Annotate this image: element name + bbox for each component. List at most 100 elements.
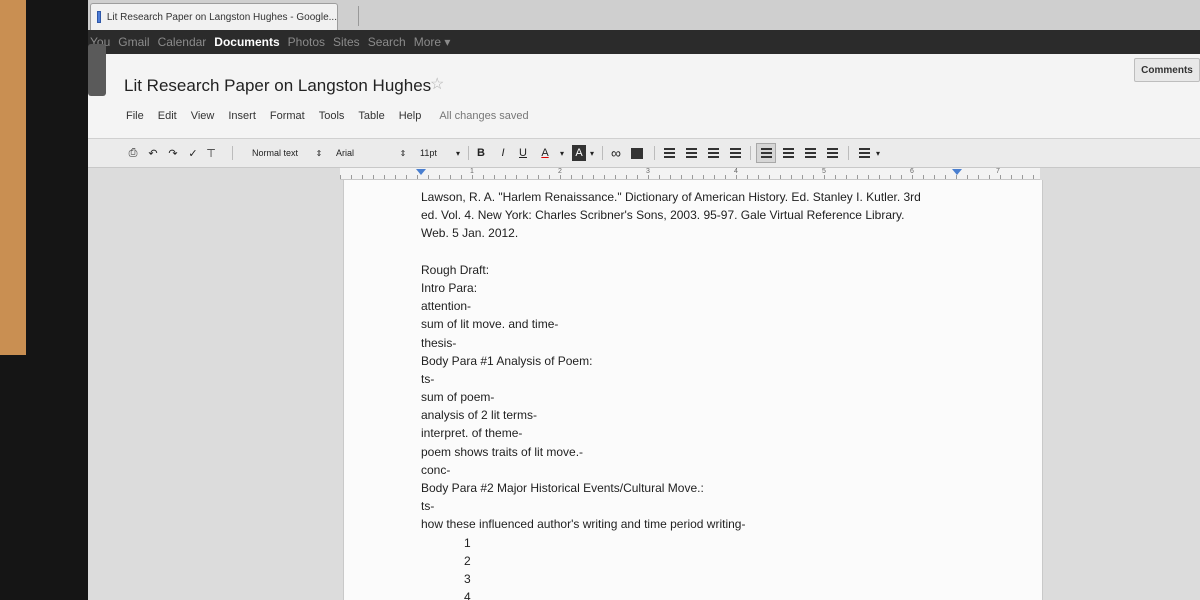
comments-button[interactable]: Comments <box>1134 58 1200 82</box>
save-status: All changes saved <box>439 110 529 122</box>
spellcheck-icon[interactable]: ✓ <box>186 145 200 161</box>
document-body[interactable]: Lawson, R. A. "Harlem Renaissance." Dict… <box>421 188 961 600</box>
text-line: sum of lit move. and time- <box>421 317 559 332</box>
citation-line-2: ed. Vol. 4. New York: Charles Scribner's… <box>421 208 905 223</box>
menu-format[interactable]: Format <box>270 110 305 122</box>
text-line: Intro Para: <box>421 280 478 295</box>
text-line: ts- <box>421 371 435 386</box>
numbered-line: 2 <box>464 553 471 568</box>
text-line: Body Para #1 Analysis of Poem: <box>421 353 593 368</box>
citation-line-3: Web. 5 Jan. 2012. <box>421 226 519 241</box>
gbar-more[interactable]: More ▾ <box>414 35 451 49</box>
menu-table[interactable]: Table <box>358 110 384 122</box>
sidebar-grip[interactable] <box>88 44 106 96</box>
document-page[interactable]: Lawson, R. A. "Harlem Renaissance." Dict… <box>343 180 1043 600</box>
gbar-gmail[interactable]: Gmail <box>118 35 149 49</box>
bulleted-list-icon[interactable] <box>684 145 698 161</box>
toolbar-divider <box>232 146 233 160</box>
align-left-button[interactable] <box>756 143 776 163</box>
browser-window: Lit Research Paper on Langston Hughes - … <box>88 0 1200 600</box>
insert-image-icon[interactable] <box>630 145 644 161</box>
numbered-line: 4 <box>464 590 471 600</box>
menu-bar: File Edit View Insert Format Tools Table… <box>126 110 529 122</box>
font-size-dropdown[interactable]: 11pt <box>416 145 456 161</box>
tab-title: Lit Research Paper on Langston Hughes - … <box>106 11 337 23</box>
text-line: interpret. of theme- <box>421 426 523 441</box>
underline-button[interactable]: U <box>516 145 530 161</box>
numbered-line: 3 <box>464 571 471 586</box>
chevron-down-icon: ▾ <box>559 148 564 158</box>
chevron-down-icon: ▾ <box>455 148 460 158</box>
right-indent-marker[interactable] <box>952 169 962 175</box>
gbar-calendar[interactable]: Calendar <box>158 35 207 49</box>
text-line: Body Para #2 Major Historical Events/Cul… <box>421 481 704 495</box>
text-color-button[interactable]: A <box>538 145 552 161</box>
tab-divider <box>358 6 359 26</box>
doc-header: Lit Research Paper on Langston Hughes ☆ … <box>88 54 1200 138</box>
toolbar-divider <box>654 146 655 160</box>
ruler[interactable]: 1 2 3 4 5 6 7 <box>340 168 1040 180</box>
menu-help[interactable]: Help <box>399 110 422 122</box>
text-line: conc- <box>421 462 451 477</box>
document-title[interactable]: Lit Research Paper on Langston Hughes <box>124 76 431 96</box>
paint-format-icon[interactable]: ⊤ <box>206 145 216 161</box>
ruler-number: 1 <box>470 168 474 175</box>
line-spacing-icon[interactable] <box>856 145 872 161</box>
ruler-number: 6 <box>910 168 914 175</box>
menu-file[interactable]: File <box>126 110 144 122</box>
chevron-down-icon: ⇕ <box>399 148 407 158</box>
numbered-line: 1 <box>464 535 471 550</box>
gbar-search[interactable]: Search <box>368 35 406 49</box>
gbar-documents[interactable]: Documents <box>214 35 279 49</box>
formatting-toolbar: ⎙ ↶ ↷ ✓ ⊤ Normal text ⇕ Arial ⇕ 11pt ▾ B… <box>88 138 1200 168</box>
text-line: analysis of 2 lit terms- <box>421 408 538 423</box>
document-area: Lawson, R. A. "Harlem Renaissance." Dict… <box>88 168 1200 600</box>
docs-favicon-icon <box>97 11 101 23</box>
ruler-number: 7 <box>996 168 1000 175</box>
browser-tab[interactable]: Lit Research Paper on Langston Hughes - … <box>90 3 338 30</box>
link-icon[interactable]: ∞ <box>608 145 624 161</box>
sticky-note <box>0 0 26 355</box>
chevron-down-icon: ⇕ <box>315 148 323 158</box>
style-dropdown[interactable]: Normal text <box>248 145 324 161</box>
google-bar: You Gmail Calendar Documents Photos Site… <box>88 30 1200 54</box>
align-center-button[interactable] <box>778 143 798 163</box>
align-justify-button[interactable] <box>822 143 842 163</box>
toolbar-divider <box>468 146 469 160</box>
menu-tools[interactable]: Tools <box>319 110 345 122</box>
print-icon[interactable]: ⎙ <box>126 145 140 161</box>
chevron-down-icon: ▾ <box>875 148 880 158</box>
toolbar-divider <box>602 146 603 160</box>
undo-icon[interactable]: ↶ <box>146 145 160 161</box>
ruler-ticks <box>340 175 1040 179</box>
font-dropdown[interactable]: Arial <box>332 145 402 161</box>
text-line: sum of poem- <box>421 390 495 405</box>
text-line: ts- <box>421 499 435 514</box>
menu-view[interactable]: View <box>191 110 215 122</box>
toolbar-divider <box>848 146 849 160</box>
toolbar-divider <box>750 146 751 160</box>
text-line: thesis- <box>421 335 457 350</box>
chevron-down-icon: ▾ <box>589 148 594 158</box>
numbered-list-icon[interactable] <box>662 145 676 161</box>
ruler-number: 2 <box>558 168 562 175</box>
text-line: attention- <box>421 299 472 314</box>
bold-button[interactable]: B <box>474 145 488 161</box>
text-line: poem shows traits of lit move.- <box>421 444 584 459</box>
increase-indent-icon[interactable] <box>728 145 742 161</box>
ruler-number: 4 <box>734 168 738 175</box>
left-indent-marker[interactable] <box>416 169 426 175</box>
ruler-number: 5 <box>822 168 826 175</box>
decrease-indent-icon[interactable] <box>706 145 720 161</box>
gbar-sites[interactable]: Sites <box>333 35 360 49</box>
redo-icon[interactable]: ↷ <box>166 145 180 161</box>
gbar-photos[interactable]: Photos <box>288 35 325 49</box>
highlight-button[interactable]: A <box>572 145 586 161</box>
italic-button[interactable]: I <box>496 145 510 161</box>
text-line: Rough Draft: <box>421 262 490 277</box>
align-right-button[interactable] <box>800 143 820 163</box>
menu-edit[interactable]: Edit <box>158 110 177 122</box>
menu-insert[interactable]: Insert <box>228 110 256 122</box>
star-icon[interactable]: ☆ <box>430 74 444 94</box>
